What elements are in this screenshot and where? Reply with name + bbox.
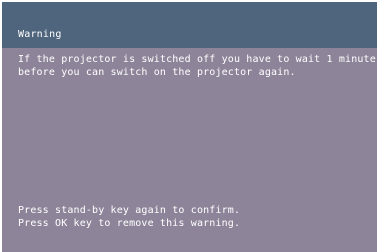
warning-message-line-2: before you can switch on the projector a… bbox=[18, 67, 296, 78]
dialog-instructions: Press stand-by key again to confirm. Pre… bbox=[18, 204, 374, 230]
dialog-title: Warning bbox=[18, 29, 62, 40]
warning-message-line-1: If the projector is switched off you hav… bbox=[18, 54, 376, 65]
dismiss-instruction: Press OK key to remove this warning. bbox=[18, 218, 241, 229]
warning-message: If the projector is switched off you hav… bbox=[18, 53, 376, 79]
dialog-title-bar: Warning bbox=[2, 2, 377, 48]
warning-dialog: Warning If the projector is switched off… bbox=[2, 2, 377, 252]
confirm-instruction: Press stand-by key again to confirm. bbox=[18, 205, 241, 216]
